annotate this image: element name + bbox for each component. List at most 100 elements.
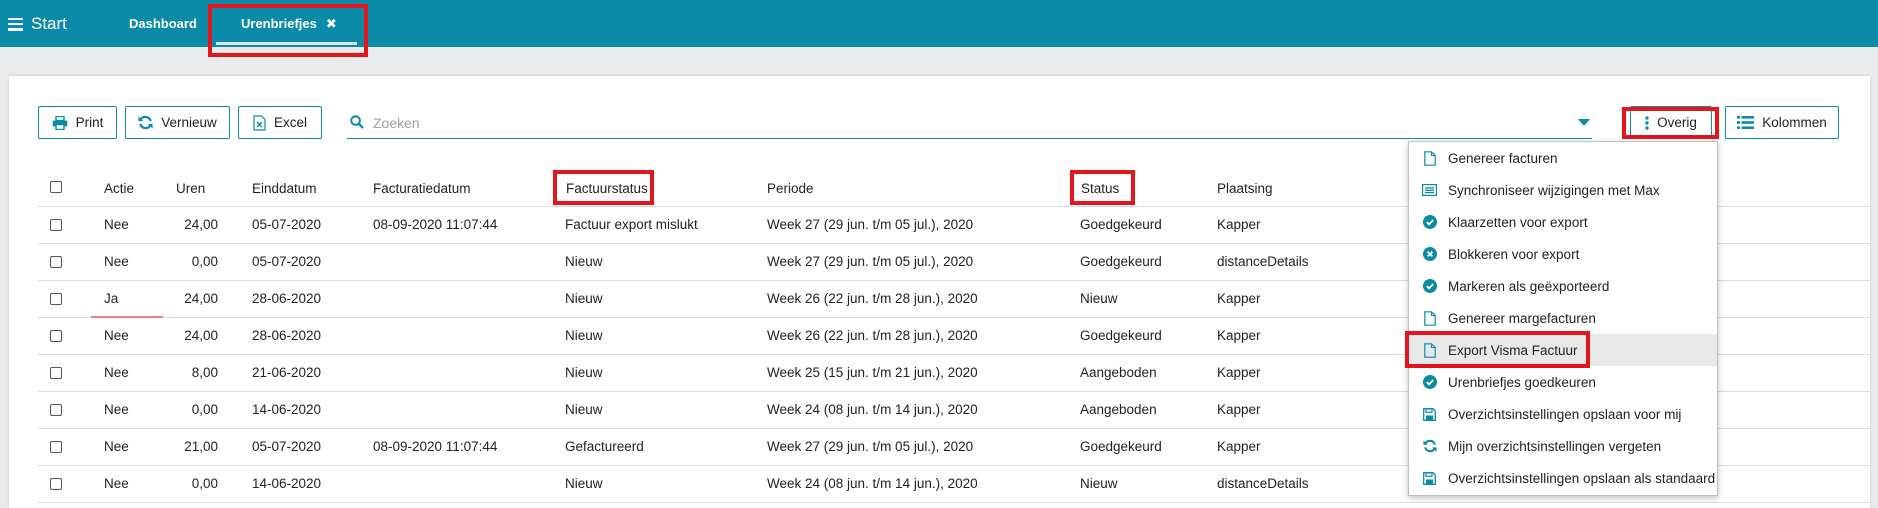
cell-status: Goedgekeurd (1080, 254, 1162, 269)
excel-file-icon (253, 114, 266, 131)
file-icon (1422, 342, 1437, 358)
cell-plaatsing: distanceDetails (1217, 476, 1309, 491)
column-header-status[interactable]: Status (1081, 181, 1119, 196)
cell-actie: Nee (104, 476, 129, 491)
cell-plaatsing: Kapper (1217, 439, 1261, 454)
start-menu-button[interactable]: Start (8, 14, 67, 34)
file-icon (1422, 310, 1437, 326)
column-header-facturatiedatum[interactable]: Facturatiedatum (373, 181, 471, 196)
menu-item-label: Urenbriefjes goedkeuren (1448, 374, 1596, 390)
menu-item-overzichtsinstellingen-opslaan-als-standaard[interactable]: Overzichtsinstellingen opslaan als stand… (1409, 462, 1717, 494)
close-icon[interactable]: ✖ (326, 16, 337, 31)
print-label: Print (75, 115, 104, 130)
start-label: Start (31, 14, 67, 33)
cell-plaatsing: Kapper (1217, 402, 1261, 417)
menu-item-label: Genereer facturen (1448, 150, 1558, 166)
menu-item-genereer-facturen[interactable]: Genereer facturen (1409, 142, 1717, 174)
tab-dashboard[interactable]: Dashboard (129, 16, 197, 31)
excel-button[interactable]: Excel (238, 106, 322, 139)
cell-periode: Week 26 (22 jun. t/m 28 jun.), 2020 (767, 291, 978, 306)
column-header-periode[interactable]: Periode (767, 181, 814, 196)
cell-factuurstatus: Nieuw (565, 254, 603, 269)
more-label: Overig (1657, 115, 1697, 130)
cell-facturatiedatum: 08-09-2020 11:07:44 (373, 217, 498, 232)
cell-factuurstatus: Nieuw (565, 328, 603, 343)
cell-uren: 24,00 (184, 291, 218, 306)
columns-label: Kolommen (1762, 115, 1827, 130)
menu-item-label: Genereer margefacturen (1448, 310, 1596, 326)
cell-uren: 0,00 (191, 402, 218, 417)
cell-actie: Nee (104, 365, 129, 380)
refresh-button[interactable]: Vernieuw (125, 106, 230, 139)
cell-uren: 24,00 (184, 217, 218, 232)
check-circle-icon (1422, 215, 1437, 230)
cell-status: Nieuw (1080, 476, 1118, 491)
cell-uren: 24,00 (184, 328, 218, 343)
row-checkbox[interactable] (50, 256, 62, 268)
tab-urenbriefjes[interactable]: Urenbriefjes ✖ (241, 16, 337, 32)
menu-item-label: Blokkeren voor export (1448, 246, 1580, 262)
print-button[interactable]: Print (38, 106, 117, 139)
menu-item-export-visma-factuur[interactable]: Export Visma Factuur (1409, 334, 1717, 366)
cell-einddatum: 28-06-2020 (252, 291, 322, 306)
cell-actie: Nee (104, 328, 129, 343)
cell-periode: Week 24 (08 jun. t/m 14 jun.), 2020 (767, 476, 978, 491)
chevron-down-icon[interactable] (1578, 119, 1590, 126)
kebab-menu-icon (1645, 115, 1649, 130)
tab-urenbriefjes-label: Urenbriefjes (241, 16, 317, 31)
cell-actie: Nee (104, 254, 129, 269)
cell-status: Goedgekeurd (1080, 328, 1162, 343)
columns-button[interactable]: Kolommen (1725, 106, 1839, 139)
row-checkbox[interactable] (50, 478, 62, 490)
top-navigation-bar: Start Dashboard Urenbriefjes ✖ (0, 0, 1878, 47)
row-checkbox[interactable] (50, 293, 62, 305)
row-checkbox[interactable] (50, 367, 62, 379)
more-button[interactable]: Overig (1630, 106, 1712, 139)
cell-status: Goedgekeurd (1080, 439, 1162, 454)
row-checkbox[interactable] (50, 219, 62, 231)
column-header-uren[interactable]: Uren (176, 181, 205, 196)
hamburger-icon (8, 17, 23, 31)
cell-actie: Nee (104, 402, 129, 417)
cell-factuurstatus: Factuur export mislukt (565, 217, 698, 232)
column-header-factuurstatus[interactable]: Factuurstatus (566, 181, 648, 196)
row-checkbox[interactable] (50, 330, 62, 342)
list-icon (1422, 183, 1437, 198)
menu-item-label: Overzichtsinstellingen opslaan voor mij (1448, 406, 1682, 422)
table-divider (38, 502, 1871, 503)
menu-item-urenbriefjes-goedkeuren[interactable]: Urenbriefjes goedkeuren (1409, 366, 1717, 398)
menu-item-markeren-als-geexporteerd[interactable]: Markeren als geëxporteerd (1409, 270, 1717, 302)
menu-item-overzichtsinstellingen-opslaan-voor-mij[interactable]: Overzichtsinstellingen opslaan voor mij (1409, 398, 1717, 430)
menu-item-klaarzetten-voor-export[interactable]: Klaarzetten voor export (1409, 206, 1717, 238)
menu-item-blokkeren-voor-export[interactable]: Blokkeren voor export (1409, 238, 1717, 270)
cell-uren: 21,00 (184, 439, 218, 454)
cell-plaatsing: Kapper (1217, 291, 1261, 306)
menu-item-synchroniseer-wijzigingen-met-max[interactable]: Synchroniseer wijzigingen met Max (1409, 174, 1717, 206)
menu-item-genereer-margefacturen[interactable]: Genereer margefacturen (1409, 302, 1717, 334)
menu-item-label: Mijn overzichtsinstellingen vergeten (1448, 438, 1662, 454)
row-checkbox[interactable] (50, 441, 62, 453)
refresh-icon (138, 115, 153, 130)
cell-einddatum: 14-06-2020 (252, 402, 322, 417)
x-circle-icon (1422, 247, 1437, 262)
cell-periode: Week 24 (08 jun. t/m 14 jun.), 2020 (767, 402, 978, 417)
menu-item-mijn-overzichtsinstellingen-vergeten[interactable]: Mijn overzichtsinstellingen vergeten (1409, 430, 1717, 462)
select-all-checkbox[interactable] (50, 181, 62, 193)
cell-status: Nieuw (1080, 291, 1118, 306)
column-header-einddatum[interactable]: Einddatum (252, 181, 317, 196)
search-icon (350, 115, 364, 129)
field-indicator-line (91, 316, 163, 318)
cell-uren: 0,00 (191, 254, 218, 269)
column-header-actie[interactable]: Actie (104, 181, 134, 196)
refresh-icon (1422, 439, 1437, 454)
search-input[interactable] (371, 111, 1555, 135)
cell-factuurstatus: Nieuw (565, 476, 603, 491)
file-icon (1422, 150, 1437, 166)
list-icon (1737, 116, 1755, 129)
row-checkbox[interactable] (50, 404, 62, 416)
column-header-plaatsing[interactable]: Plaatsing (1217, 181, 1273, 196)
cell-actie: Nee (104, 439, 129, 454)
cell-plaatsing: Kapper (1217, 365, 1261, 380)
cell-status: Aangeboden (1080, 365, 1157, 380)
printer-icon (52, 115, 67, 130)
